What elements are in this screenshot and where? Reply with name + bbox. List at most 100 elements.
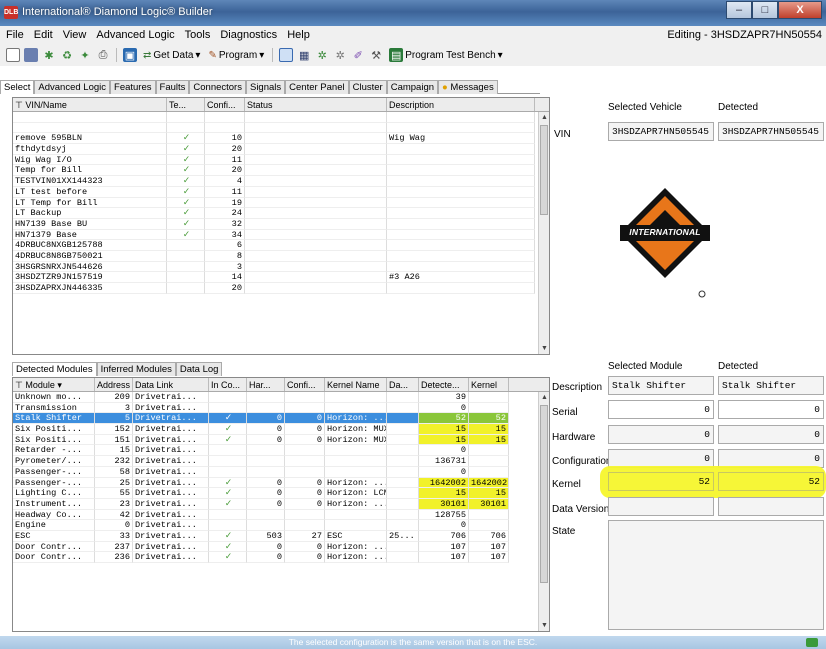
- menu-view[interactable]: View: [57, 29, 91, 41]
- tab-faults[interactable]: Faults: [155, 80, 190, 94]
- col-description[interactable]: Description: [387, 98, 535, 111]
- tab-select[interactable]: Select: [0, 80, 35, 94]
- col-te[interactable]: Te...: [167, 98, 205, 111]
- maximize-button[interactable]: □: [752, 1, 778, 19]
- menu-file[interactable]: File: [0, 29, 28, 41]
- vin-table-row[interactable]: [13, 122, 549, 134]
- vin-table-row[interactable]: 3HSGRSNRXJN544626 3: [13, 261, 549, 273]
- scroll-up-icon[interactable]: ▲: [539, 112, 549, 123]
- col-status[interactable]: Status: [245, 98, 387, 111]
- tab-inferred-modules[interactable]: Inferred Modules: [96, 362, 176, 376]
- tool-icon[interactable]: ⚒: [369, 48, 383, 62]
- col-address[interactable]: Address: [95, 378, 133, 391]
- serial-detected-field[interactable]: 0: [718, 400, 824, 419]
- scroll-thumb[interactable]: [540, 125, 548, 215]
- window-icon[interactable]: [279, 48, 294, 62]
- vin-grid-scrollbar[interactable]: ▲ ▼: [538, 112, 549, 354]
- col-hardware[interactable]: Har...: [247, 378, 285, 391]
- vin-table-row[interactable]: 4DRBUC8N8GB750021 8: [13, 250, 549, 262]
- gear-icon[interactable]: ✲: [315, 48, 329, 62]
- menu-tools[interactable]: Tools: [179, 29, 215, 41]
- module-table-row[interactable]: Passenger-... 58 Drivetrai... 0: [13, 466, 549, 478]
- module-table-row[interactable]: Lighting C... 55 Drivetrai... ✓ 0 0 Horizon: L…: [13, 488, 549, 499]
- vin-table-row[interactable]: 3HSDZTZR9JN157519 14 #3 A26: [13, 272, 549, 283]
- tab-advanced-logic[interactable]: Advanced Logic: [34, 80, 111, 94]
- module-table-row[interactable]: Retarder -... 15 Drivetrai... 0: [13, 445, 549, 457]
- filter-vin-name-header[interactable]: ⊤ VIN/Name: [13, 98, 167, 111]
- minimize-button[interactable]: –: [726, 1, 752, 19]
- module-icon[interactable]: ▣: [123, 48, 137, 62]
- module-table-row[interactable]: Pyrometer/... 232 Drivetrai... 136731: [13, 456, 549, 467]
- program-button[interactable]: ✎ Program ▾: [206, 50, 266, 61]
- menu-advanced-logic[interactable]: Advanced Logic: [90, 29, 178, 41]
- module-table-row[interactable]: Passenger-... 25 Drivetrai... ✓ 0 0 Horizon: .…: [13, 477, 549, 489]
- close-button[interactable]: X: [778, 1, 822, 19]
- vin-table-row[interactable]: LT test before ✓ 11: [13, 186, 549, 198]
- vin-table-row[interactable]: [13, 112, 549, 123]
- tab-data-log[interactable]: Data Log: [175, 362, 223, 376]
- serial-selected-field[interactable]: 0: [608, 400, 714, 419]
- vin-table-row[interactable]: Wig Wag I/O ✓ 11: [13, 154, 549, 166]
- edit-icon[interactable]: ✐: [351, 48, 365, 62]
- col-data-version[interactable]: Da...: [387, 378, 419, 391]
- module-table-row[interactable]: Headway Co... 42 Drivetrai... 128755: [13, 509, 549, 521]
- vin-table-row[interactable]: 4DRBUC8NXGB125788 6: [13, 240, 549, 251]
- tab-detected-modules[interactable]: Detected Modules: [12, 362, 97, 376]
- print-icon[interactable]: ⎙: [96, 48, 110, 62]
- vin-table-row[interactable]: TESTVIN01XX144323 ✓ 4: [13, 176, 549, 187]
- tab-features[interactable]: Features: [110, 80, 156, 94]
- menu-edit[interactable]: Edit: [28, 29, 57, 41]
- module-cell-da: [387, 466, 419, 478]
- vin-table-row[interactable]: 3HSDZAPRXJN446335 20: [13, 283, 549, 294]
- scroll-down-icon[interactable]: ▼: [539, 620, 549, 631]
- vin-table-row[interactable]: fthdytdsyj ✓ 20: [13, 144, 549, 155]
- module-table-row[interactable]: Transmission 3 Drivetrai... 0: [13, 402, 549, 414]
- vin-table-row[interactable]: Temp for Bill ✓ 20: [13, 165, 549, 177]
- recycle-icon[interactable]: ♻: [60, 48, 74, 62]
- program-test-bench-button[interactable]: ▤ Program Test Bench ▾: [387, 48, 504, 62]
- tab-cluster[interactable]: Cluster: [348, 80, 387, 94]
- tab-campaign[interactable]: Campaign: [386, 80, 439, 94]
- module-table-row[interactable]: Six Positi... 152 Drivetrai... ✓ 0 0 Horizon: …: [13, 424, 549, 435]
- module-table-row[interactable]: Stalk Shifter 5 Drivetrai... ✓ 0 0 Horizon: ..…: [13, 413, 549, 425]
- filter-module-header[interactable]: ⊤ Module ▾: [13, 378, 95, 391]
- new-file-icon[interactable]: [6, 48, 20, 62]
- grid-icon[interactable]: ▦: [297, 48, 311, 62]
- col-vin-name: VIN/Name: [25, 100, 67, 110]
- vin-table-row[interactable]: remove 595BLN ✓ 10 Wig Wag: [13, 133, 549, 145]
- module-cell-da: [387, 498, 419, 510]
- col-kernel-name[interactable]: Kernel Name: [325, 378, 387, 391]
- module-table-row[interactable]: Engine 0 Drivetrai... 0: [13, 520, 549, 531]
- menu-help[interactable]: Help: [281, 29, 314, 41]
- module-table-row[interactable]: Unknown mo... 209 Drivetrai... 39: [13, 392, 549, 403]
- vin-table-row[interactable]: HN71379 Base ✓ 34: [13, 229, 549, 241]
- col-in-config[interactable]: In Co...: [209, 378, 247, 391]
- col-detected[interactable]: Detecte...: [419, 378, 469, 391]
- save-icon[interactable]: [24, 48, 38, 62]
- tree-icon[interactable]: ✱: [42, 48, 56, 62]
- module-table-row[interactable]: ESC 33 Drivetrai... ✓ 503 27 ESC 25... 706 706: [13, 530, 549, 542]
- scroll-down-icon[interactable]: ▼: [539, 343, 549, 354]
- tab-messages[interactable]: ● Messages: [438, 80, 498, 94]
- scroll-thumb[interactable]: [540, 405, 548, 583]
- get-data-button[interactable]: ⇄ Get Data ▾: [141, 50, 202, 61]
- vin-table-row[interactable]: LT Temp for Bill ✓ 19: [13, 197, 549, 209]
- col-config[interactable]: Confi...: [205, 98, 245, 111]
- gear-disabled-icon[interactable]: ✲: [333, 48, 347, 62]
- module-table-row[interactable]: Door Contr... 237 Drivetrai... ✓ 0 0 Horizon: …: [13, 541, 549, 553]
- col-kernel[interactable]: Kernel: [469, 378, 509, 391]
- module-grid-scrollbar[interactable]: ▲ ▼: [538, 392, 549, 631]
- tab-signals[interactable]: Signals: [245, 80, 286, 94]
- wrench-icon[interactable]: ✦: [78, 48, 92, 62]
- module-table-row[interactable]: Instrument... 23 Drivetrai... ✓ 0 0 Horizon: .…: [13, 498, 549, 510]
- col-data-link[interactable]: Data Link: [133, 378, 209, 391]
- vin-table-row[interactable]: LT Backup ✓ 24: [13, 208, 549, 219]
- tab-connectors[interactable]: Connectors: [189, 80, 246, 94]
- module-table-row[interactable]: Six Positi... 151 Drivetrai... ✓ 0 0 Horizon: …: [13, 434, 549, 446]
- menu-diagnostics[interactable]: Diagnostics: [214, 29, 281, 41]
- scroll-up-icon[interactable]: ▲: [539, 392, 549, 403]
- vin-table-row[interactable]: HN7139 Base BU ✓ 32: [13, 218, 549, 230]
- col-config[interactable]: Confi...: [285, 378, 325, 391]
- module-table-row[interactable]: Door Contr... 236 Drivetrai... ✓ 0 0 Horizon: …: [13, 552, 549, 563]
- tab-center-panel[interactable]: Center Panel: [285, 80, 349, 94]
